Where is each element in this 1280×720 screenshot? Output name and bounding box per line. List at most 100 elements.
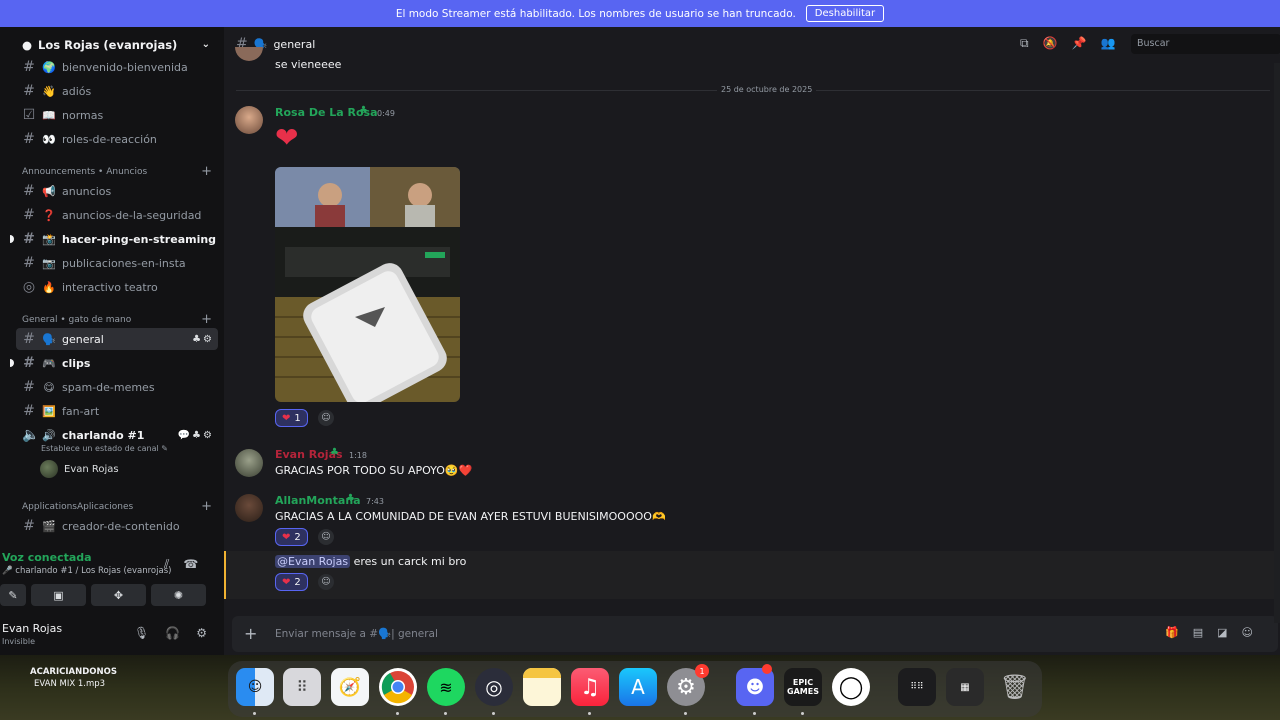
channel-creador[interactable]: # 🎬 creador-de-contenido <box>16 515 218 537</box>
channel-emoji: 📖 <box>42 108 56 122</box>
channel-bienvenido[interactable]: # 🌍 bienvenido-bienvenida <box>16 56 218 78</box>
voice-connected-sub[interactable]: 🎤 charlando #1 / Los Rojas (evanrojas) <box>2 566 171 576</box>
add-reaction-button[interactable]: ☺ <box>318 529 334 545</box>
microphone-icon[interactable]: 🎙 <box>134 626 149 640</box>
heart-reaction[interactable]: ❤ 2 <box>275 573 308 591</box>
sticker-icon[interactable]: ◪ <box>1217 626 1227 639</box>
launchpad-icon[interactable]: ⠿ <box>283 668 321 706</box>
channel-memes[interactable]: # 😋 spam-de-memes <box>16 376 218 398</box>
notifications-muted-icon[interactable]: 🔕 <box>1043 36 1058 51</box>
channel-general[interactable]: # 🗣️ general ♣⚙ <box>16 328 218 350</box>
gear-icon[interactable]: ⚙ <box>196 626 207 640</box>
hash-icon: # <box>23 131 35 147</box>
disconnect-icon[interactable]: ☎ <box>183 557 198 572</box>
search-input[interactable]: Buscar <box>1131 34 1280 54</box>
add-reaction-button[interactable]: ☺ <box>318 410 334 426</box>
ai-assistant-icon[interactable]: ◯ <box>832 668 870 706</box>
attached-image[interactable] <box>275 167 460 402</box>
category-announcements[interactable]: Announcements • Anuncios + <box>22 165 212 178</box>
channel-settings-icon[interactable]: ♣⚙ <box>192 334 214 345</box>
composer-placeholder[interactable]: Enviar mensaje a #🗣️| general <box>275 627 438 640</box>
trash-icon[interactable]: 🗑 <box>996 668 1034 706</box>
threads-icon[interactable]: ⧉ <box>1020 36 1029 51</box>
members-icon[interactable]: 👥 <box>1100 36 1115 51</box>
channel-emoji: 🗣️ <box>42 332 56 346</box>
channel-fanart[interactable]: # 🖼️ fan-art <box>16 400 218 422</box>
add-channel-icon[interactable]: + <box>201 165 212 178</box>
hash-icon: # <box>23 355 35 371</box>
disable-streamer-button[interactable]: Deshabilitar <box>805 5 885 22</box>
heart-reaction[interactable]: ❤ 1 <box>275 409 308 427</box>
headphones-icon[interactable]: 🎧 <box>165 626 180 640</box>
chevron-down-icon: ⌄ <box>201 39 210 50</box>
message-time: 7:43 <box>366 497 384 506</box>
recent-window-icon[interactable]: ▦ <box>946 668 984 706</box>
noise-suppression-icon[interactable]: ⫽ <box>164 557 169 572</box>
message-composer[interactable]: + Enviar mensaje a #🗣️| general 🎁 ▤ ◪ ☺ <box>232 616 1278 652</box>
recent-window-icon[interactable]: ⠿⠿ <box>898 668 936 706</box>
message-time: 1:18 <box>349 451 367 460</box>
notes-icon[interactable] <box>523 668 561 706</box>
channel-emoji: 🌍 <box>42 60 56 74</box>
app-store-icon[interactable]: A <box>619 668 657 706</box>
channel-adios[interactable]: # 👋 adiós <box>16 80 218 102</box>
channel-emoji: 📷 <box>42 256 56 270</box>
add-channel-icon[interactable]: + <box>201 500 212 513</box>
category-general[interactable]: General • gato de mano + <box>22 313 212 326</box>
user-mention[interactable]: @Evan Rojas <box>275 555 351 568</box>
channel-label: spam-de-memes <box>62 380 155 394</box>
avatar[interactable] <box>235 494 263 522</box>
finder-icon[interactable]: ☺ <box>236 668 274 706</box>
channel-label: anuncios <box>62 184 112 198</box>
safari-icon[interactable]: 🧭 <box>331 668 369 706</box>
running-indicator <box>253 712 256 715</box>
hash-icon: # <box>23 59 35 75</box>
scrollbar[interactable] <box>1274 63 1280 623</box>
voice-status-line[interactable]: Establece un estado de canal ✎ <box>41 444 168 453</box>
pin-icon[interactable]: 📌 <box>1072 36 1087 51</box>
channel-normas[interactable]: ☑ 📖 normas <box>16 104 218 126</box>
camera-button[interactable]: ✎ <box>0 584 26 606</box>
heart-reaction[interactable]: ❤ 2 <box>275 528 308 546</box>
avatar <box>40 460 58 478</box>
reaction-count: 2 <box>294 576 301 588</box>
voice-member[interactable]: Evan Rojas <box>40 460 119 478</box>
channel-clips[interactable]: # 🎮 clips <box>16 352 218 374</box>
gif-icon[interactable]: ▤ <box>1193 626 1203 639</box>
channel-teatro[interactable]: ◎ 🔥 interactivo teatro <box>16 276 218 298</box>
heart-icon: ❤ <box>282 576 291 588</box>
channel-insta[interactable]: # 📷 publicaciones-en-insta <box>16 252 218 274</box>
user-name[interactable]: Evan Rojas <box>2 622 62 635</box>
obs-icon[interactable]: ◎ <box>475 668 513 706</box>
chrome-icon[interactable] <box>379 668 417 706</box>
hash-icon: # <box>23 403 35 419</box>
screen-share-button[interactable]: ▣ <box>31 584 86 606</box>
epic-games-icon[interactable]: EPIC GAMES <box>784 668 822 706</box>
add-reaction-button[interactable]: ☺ <box>318 574 334 590</box>
unread-indicator <box>10 235 14 243</box>
channel-emoji: 👋 <box>42 84 56 98</box>
message-text: se vieneeee <box>275 58 342 71</box>
gift-icon[interactable]: 🎁 <box>1165 626 1179 639</box>
music-icon[interactable]: ♫ <box>571 668 609 706</box>
channel-label: creador-de-contenido <box>62 519 180 533</box>
voice-channel-charlando[interactable]: 🔈 🔊 charlando #1 💬♣⚙ <box>16 424 218 446</box>
add-channel-icon[interactable]: + <box>201 313 212 326</box>
stage-icon: ◎ <box>22 279 36 295</box>
category-applications[interactable]: ApplicationsAplicaciones + <box>22 500 212 513</box>
add-attachment-icon[interactable]: + <box>244 624 257 643</box>
voice-member-name: Evan Rojas <box>64 463 119 475</box>
channel-seguridad[interactable]: # ❓ anuncios-de-la-seguridad <box>16 204 218 226</box>
avatar[interactable] <box>235 449 263 477</box>
voice-channel-tools-icon[interactable]: 💬♣⚙ <box>178 430 214 441</box>
channel-anuncios[interactable]: # 📢 anuncios <box>16 180 218 202</box>
soundboard-button[interactable]: ✺ <box>151 584 206 606</box>
channel-emoji: 👀 <box>42 132 56 146</box>
activities-button[interactable]: ✥ <box>91 584 146 606</box>
heart-emoji: ❤ <box>275 121 299 154</box>
channel-streaming[interactable]: # 📸 hacer-ping-en-streaming <box>16 228 218 250</box>
emoji-icon[interactable]: ☺ <box>1242 626 1253 639</box>
avatar[interactable] <box>235 106 263 134</box>
channel-roles[interactable]: # 👀 roles-de-reacción <box>16 128 218 150</box>
spotify-icon[interactable]: ≋ <box>427 668 465 706</box>
